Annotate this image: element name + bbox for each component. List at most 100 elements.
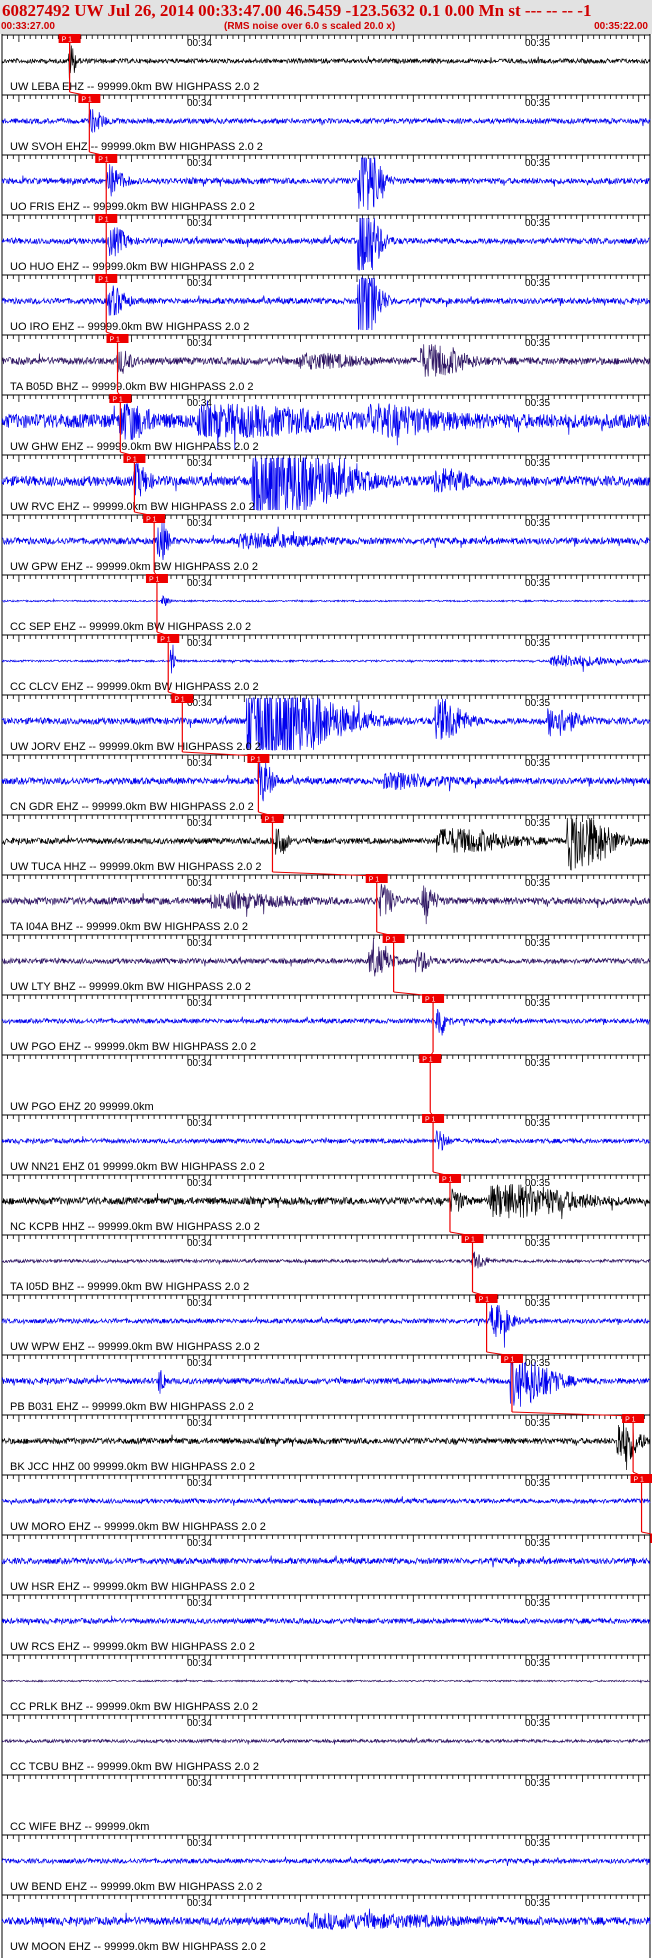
time-ticks	[1, 1595, 651, 1602]
time-label: 00:35	[525, 1838, 550, 1849]
waveform-trace	[1, 1357, 651, 1407]
station-label: UW MOON EHZ -- 99999.0km BW HIGHPASS 2.0…	[10, 1941, 266, 1953]
pick-label: P 1	[625, 1417, 635, 1424]
pick-label: P 1	[369, 877, 379, 884]
time-label: 00:35	[525, 1898, 550, 1909]
time-ticks	[1, 815, 651, 822]
time-ticks	[1, 1535, 651, 1542]
station-label: BK JCC HHZ 00 99999.0km BW HIGHPASS 2.0 …	[10, 1461, 255, 1473]
start-time: 00:33:27.00	[1, 21, 55, 32]
time-label: 00:34	[187, 1718, 212, 1729]
time-label: 00:34	[187, 638, 212, 649]
time-label: 00:35	[525, 998, 550, 1009]
time-label: 00:34	[187, 218, 212, 229]
station-label: UW MORO EHZ -- 99999.0km BW HIGHPASS 2.0…	[10, 1521, 266, 1533]
time-ticks	[1, 1415, 651, 1422]
end-time: 00:35:22.00	[594, 21, 648, 32]
pick-label: P 1	[264, 817, 274, 824]
station-label: UW BEND EHZ -- 99999.0km BW HIGHPASS 2.0…	[10, 1881, 262, 1893]
time-label: 00:35	[525, 38, 550, 49]
waveform-trace	[1, 1130, 651, 1151]
time-ticks	[1, 1115, 651, 1122]
pick-label: P 1	[425, 997, 435, 1004]
pick-label: P 1	[98, 217, 108, 224]
waveform-trace	[1, 1856, 651, 1866]
station-label: TA I04A BHZ -- 99999.0km BW HIGHPASS 2.0…	[10, 921, 248, 933]
station-label: UW JORV EHZ -- 99999.0km BW HIGHPASS 2.0…	[10, 741, 261, 753]
station-label: CC PRLK BHZ -- 99999.0km BW HIGHPASS 2.0…	[10, 1701, 258, 1713]
time-label: 00:34	[187, 278, 212, 289]
time-label: 00:35	[525, 1418, 550, 1429]
time-label: 00:35	[525, 1718, 550, 1729]
time-label: 00:34	[187, 878, 212, 889]
station-label: CC TCBU BHZ -- 99999.0km BW HIGHPASS 2.0…	[10, 1761, 259, 1773]
time-label: 00:34	[187, 1778, 212, 1789]
station-label: UW GHW EHZ -- 99999.0km BW HIGHPASS 2.0 …	[10, 441, 259, 453]
time-label: 00:34	[187, 518, 212, 529]
time-label: 00:35	[525, 1058, 550, 1069]
scale-note: (RMS noise over 6.0 s scaled 20.0 x)	[224, 21, 396, 32]
pick-label: P 1	[149, 577, 159, 584]
time-label: 00:35	[525, 158, 550, 169]
time-ticks	[1, 1835, 651, 1842]
waveform-trace	[1, 344, 651, 377]
time-ticks	[1, 1175, 651, 1182]
time-ticks	[1, 455, 651, 462]
time-ticks	[1, 695, 651, 702]
time-label: 00:35	[525, 1538, 550, 1549]
time-label: 00:35	[525, 1358, 550, 1369]
time-ticks	[1, 335, 651, 342]
time-label: 00:35	[525, 1778, 550, 1789]
station-label: TA B05D BHZ -- 99999.0km BW HIGHPASS 2.0…	[10, 381, 254, 393]
station-label: CC WIFE BHZ -- 99999.0km	[10, 1821, 149, 1833]
time-label: 00:34	[187, 1418, 212, 1429]
time-label: 00:35	[525, 278, 550, 289]
station-label: UW PGO EHZ -- 99999.0km BW HIGHPASS 2.0 …	[10, 1041, 256, 1053]
waveform-trace	[1, 1496, 651, 1506]
station-label: UW TUCA HHZ -- 99999.0km BW HIGHPASS 2.0…	[10, 861, 261, 873]
pick-label: P 1	[98, 277, 108, 284]
time-label: 00:35	[525, 1178, 550, 1189]
time-label: 00:35	[525, 758, 550, 769]
station-label: CN GDR EHZ -- 99999.0km BW HIGHPASS 2.0 …	[10, 801, 254, 813]
pick-label: P 1	[126, 457, 136, 464]
pick-label: P 1	[250, 757, 260, 764]
time-ticks	[1, 635, 651, 642]
waveform-trace	[1, 759, 651, 802]
time-label: 00:34	[187, 1478, 212, 1489]
pick-label: P 1	[98, 157, 108, 164]
time-label: 00:35	[525, 938, 550, 949]
waveform-trace	[1, 1737, 651, 1745]
time-label: 00:34	[187, 458, 212, 469]
time-ticks	[1, 395, 651, 402]
station-label: TA I05D BHZ -- 99999.0km BW HIGHPASS 2.0…	[10, 1281, 249, 1293]
time-label: 00:35	[525, 578, 550, 589]
time-ticks	[1, 1295, 651, 1302]
time-label: 00:34	[187, 98, 212, 109]
station-label: UW RVC EHZ -- 99999.0km BW HIGHPASS 2.0 …	[10, 501, 255, 513]
time-label: 00:34	[187, 1598, 212, 1609]
event-title: 60827492 UW Jul 26, 2014 00:33:47.00 46.…	[2, 1, 592, 20]
pick-label: P 1	[422, 1057, 432, 1064]
pick-label: P 1	[465, 1237, 475, 1244]
waveform-trace	[1, 109, 651, 134]
time-ticks	[1, 1475, 651, 1482]
time-ticks	[1, 1895, 651, 1902]
waveform-trace	[1, 41, 651, 79]
waveform-trace	[1, 644, 651, 674]
seismogram-plot: 00:34 00:35 UW LEBA EHZ -- 99999.0km BW HI…	[1, 34, 652, 1958]
pick-label: P 1	[112, 397, 122, 404]
time-label: 00:34	[187, 1238, 212, 1249]
time-label: 00:35	[525, 1478, 550, 1489]
time-label: 00:34	[187, 1538, 212, 1549]
station-label: UW GPW EHZ -- 99999.0km BW HIGHPASS 2.0 …	[10, 561, 258, 573]
time-label: 00:35	[525, 818, 550, 829]
station-label: UW SVOH EHZ -- 99999.0km BW HIGHPASS 2.0…	[10, 141, 263, 153]
time-label: 00:34	[187, 1058, 212, 1069]
pick-label: P 1	[504, 1357, 514, 1364]
waveform-trace	[1, 883, 651, 925]
pick-label: P 1	[62, 37, 72, 44]
time-label: 00:34	[187, 1178, 212, 1189]
waveform-trace	[1, 937, 651, 977]
time-ticks	[1, 515, 651, 522]
